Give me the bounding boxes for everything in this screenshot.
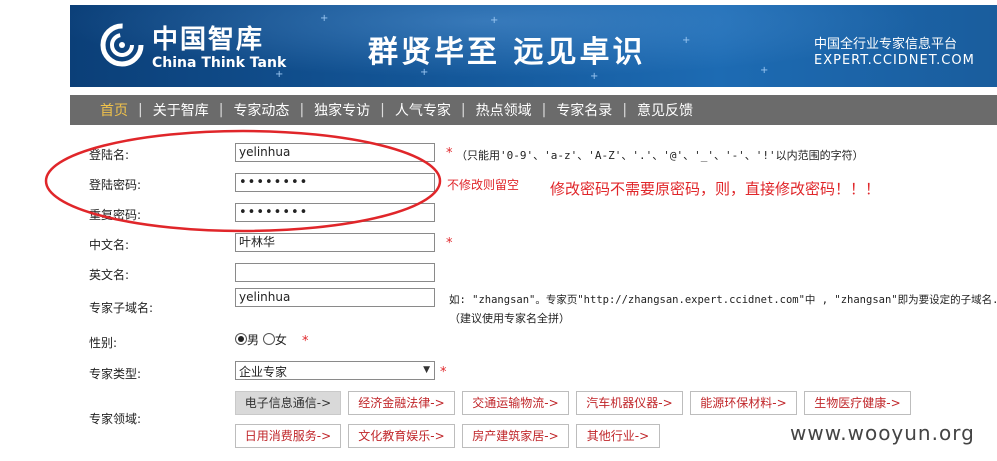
field-tag-transport[interactable]: 交通运输物流-> — [462, 391, 569, 415]
gender-group: 男 女 — [235, 331, 287, 348]
expert-type-value: 企业专家 — [239, 365, 288, 379]
sparkle-icon: + — [320, 13, 329, 24]
gender-female-radio[interactable] — [262, 333, 275, 345]
sparkle-icon: + — [490, 15, 499, 26]
nav-item-about[interactable]: 关于智库 — [143, 100, 219, 120]
login-name-hint: （只能用'0-9'、'a-z'、'A-Z'、'.'、'@'、'_'、'-'、'!… — [456, 149, 864, 162]
field-tag-consumer[interactable]: 日用消费服务-> — [235, 424, 341, 448]
required-mark: * — [302, 334, 309, 349]
required-mark: * — [446, 236, 453, 251]
nav-item-interviews[interactable]: 独家专访 — [304, 100, 380, 120]
logo-chinese-text: 中国智库 — [152, 25, 265, 55]
sparkle-icon: + — [682, 35, 691, 46]
field-tag-real-estate[interactable]: 房产建筑家居-> — [462, 424, 569, 448]
chinese-name-label: 中文名: — [89, 238, 130, 252]
sparkle-icon: + — [275, 69, 284, 80]
nav-item-expert-news[interactable]: 专家动态 — [223, 100, 299, 120]
nav-item-hot-fields[interactable]: 热点领域 — [466, 100, 542, 120]
chinese-name-input[interactable]: 叶林华 — [235, 233, 435, 252]
field-tag-other[interactable]: 其他行业-> — [576, 424, 660, 448]
english-name-input[interactable] — [235, 263, 435, 282]
password-label: 登陆密码: — [89, 178, 142, 192]
subdomain-input[interactable]: yelinhua — [235, 288, 435, 307]
gender-male-label[interactable]: 男 — [247, 333, 259, 347]
platform-title: 中国全行业专家信息平台 — [814, 37, 958, 52]
sparkle-icon: + — [420, 67, 429, 78]
chevron-down-icon: ▼ — [423, 365, 430, 375]
expert-fields-label: 专家领域: — [89, 412, 142, 426]
english-name-label: 英文名: — [89, 268, 130, 282]
field-tag-energy[interactable]: 能源环保材料-> — [690, 391, 797, 415]
gender-female-label[interactable]: 女 — [275, 333, 287, 347]
expert-type-select[interactable]: 企业专家 ▼ — [235, 361, 435, 380]
nav-item-feedback[interactable]: 意见反馈 — [627, 100, 703, 120]
gender-male-radio[interactable] — [235, 333, 247, 345]
logo-english-text: China Think Tank — [152, 55, 287, 71]
nav-item-expert-directory[interactable]: 专家名录 — [546, 100, 622, 120]
password-input[interactable]: •••••••• — [235, 173, 435, 192]
subdomain-label: 专家子域名: — [89, 301, 154, 315]
subdomain-hint-2: （建议使用专家名全拼） — [449, 312, 570, 325]
field-tag-culture[interactable]: 文化教育娱乐-> — [348, 424, 455, 448]
nav-item-popular-experts[interactable]: 人气专家 — [385, 100, 461, 120]
required-mark: * — [446, 146, 453, 161]
sparkle-icon: + — [590, 71, 599, 82]
nav-item-home[interactable]: 首页 — [70, 100, 138, 120]
field-tag-finance[interactable]: 经济金融法律-> — [348, 391, 455, 415]
expert-type-label: 专家类型: — [89, 367, 142, 381]
required-mark: * — [440, 365, 447, 380]
gender-label: 性别: — [89, 336, 118, 350]
banner-slogan: 群贤毕至 远见卓识 — [368, 35, 646, 70]
password-note: 不修改则留空 — [447, 178, 520, 192]
watermark: www.wooyun.org — [790, 421, 975, 445]
confirm-password-input[interactable]: •••••••• — [235, 203, 435, 222]
china-think-tank-logo-icon — [100, 23, 144, 67]
login-name-input[interactable]: yelinhua — [235, 143, 435, 162]
field-tag-electronics[interactable]: 电子信息通信-> — [235, 391, 341, 415]
subdomain-hint: 如: "zhangsan"。专家页"http://zhangsan.expert… — [449, 294, 997, 306]
main-nav: 首页 | 关于智库 | 专家动态 | 独家专访 | 人气专家 | 热点领域 | … — [70, 95, 997, 125]
annotation-text: 修改密码不需要原密码，则，直接修改密码！！！ — [550, 180, 881, 198]
platform-url: EXPERT.CCIDNET.COM — [814, 53, 975, 68]
confirm-password-label: 重复密码: — [89, 208, 142, 222]
login-name-label: 登陆名: — [89, 148, 130, 162]
sparkle-icon: + — [760, 65, 769, 76]
field-tag-auto[interactable]: 汽车机器仪器-> — [576, 391, 683, 415]
field-tag-biomed[interactable]: 生物医疗健康-> — [804, 391, 911, 415]
site-banner: 中国智库 China Think Tank 群贤毕至 远见卓识 中国全行业专家信… — [70, 5, 997, 87]
